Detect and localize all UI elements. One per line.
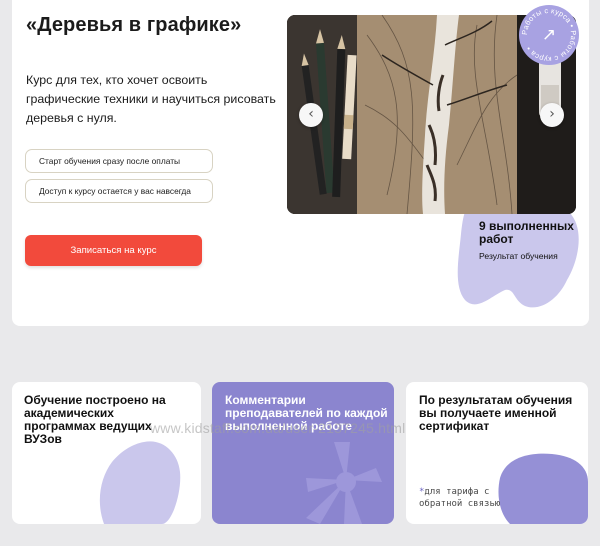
note-text: для тарифа с обратной связью <box>419 487 501 509</box>
arrow-up-right-icon: ↗ <box>541 25 557 45</box>
feature-card-programs: Обучение построено на академических прог… <box>12 382 201 524</box>
feature-card-certificate: По результатам обучения вы получаете име… <box>406 382 588 524</box>
enroll-button[interactable]: Записаться на курс <box>25 235 202 266</box>
feature-text: По результатам обучения вы получаете име… <box>419 393 573 433</box>
course-hero: «Деревья в графике» Курс для тех, кто хо… <box>12 0 589 326</box>
stat-value: 9 выполненных работ <box>479 219 574 246</box>
works-badge[interactable]: Работы с курса • Работы с курса • ↗ <box>519 5 579 65</box>
chevron-left-icon[interactable]: ‹ <box>299 103 323 127</box>
feature-text: Комментарии преподавателей по каждой вып… <box>225 393 388 433</box>
course-description: Курс для тех, кто хочет освоить графичес… <box>26 73 276 125</box>
page-title: «Деревья в графике» <box>26 14 242 36</box>
result-stat: 9 выполненных работ Результат обучения <box>479 219 579 262</box>
tariff-note: *для тарифа с обратной связью <box>419 486 529 510</box>
stat-caption: Результат обучения <box>479 251 558 261</box>
access-info-pill: Доступ к курсу остается у вас навсегда <box>25 179 213 203</box>
feature-card-comments: Комментарии преподавателей по каждой вып… <box>212 382 394 524</box>
chevron-right-icon[interactable]: › <box>540 103 564 127</box>
feature-text: Обучение построено на академических прог… <box>24 393 166 446</box>
start-info-pill: Старт обучения сразу после оплаты <box>25 149 213 173</box>
